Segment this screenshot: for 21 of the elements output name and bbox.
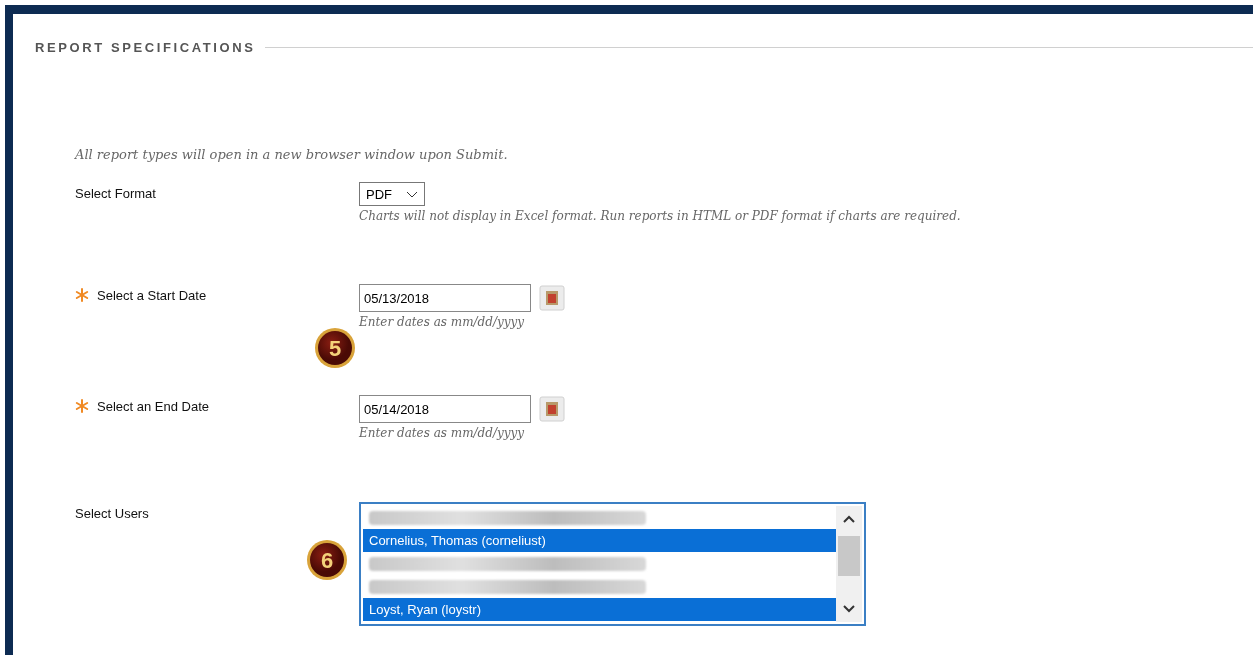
scrollbar[interactable] [836, 506, 862, 622]
field-label: Select Format [75, 185, 156, 201]
chevron-down-icon [406, 190, 418, 198]
callout-badge: 5 [313, 326, 357, 370]
users-listbox[interactable]: Cornelius, Thomas (corneliust) Loyst, Ryan (loystr) [359, 502, 866, 626]
field-label: Select an End Date [97, 398, 210, 414]
hint-text: Enter dates as mm/dd/yyyy [359, 426, 526, 440]
user-option[interactable]: Cornelius, Thomas (corneliust) [363, 529, 836, 552]
date-field[interactable]: 05/14/2018 [359, 395, 531, 423]
hint-text: Enter dates as mm/dd/yyyy [359, 315, 526, 329]
user-option[interactable]: Loyst, Ryan (loystr) [363, 598, 836, 621]
hint-text: Charts will not display in Excel format. Run reports in HTML or PDF format if charts are required. [359, 209, 962, 223]
calendar-icon[interactable] [539, 285, 565, 311]
field-label: Select Users [75, 505, 149, 521]
calendar-icon[interactable] [539, 396, 565, 422]
date-field[interactable]: 05/13/2018 [359, 284, 531, 312]
field-label: Select a Start Date [97, 287, 207, 303]
format-dropdown[interactable]: PDF [359, 182, 425, 206]
section-title: REPORT SPECIFICATIONS [35, 40, 256, 55]
info-note: All report types will open in a new browser window upon Submit. [75, 147, 509, 162]
callout-badge: 6 [305, 538, 349, 582]
